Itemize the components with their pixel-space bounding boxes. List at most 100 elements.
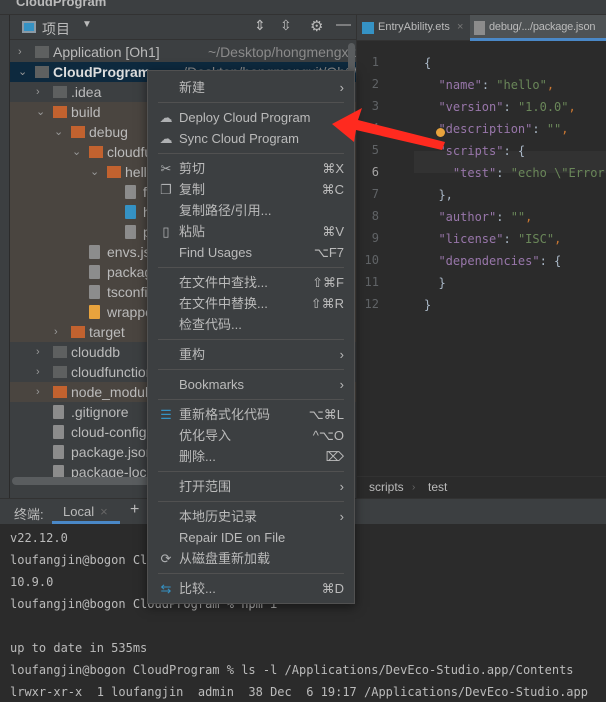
tree-item-label: CloudProgram: [53, 64, 151, 80]
menu-item[interactable]: 本地历史记录 ›: [148, 506, 354, 527]
code-token: }: [424, 298, 432, 312]
menu-item[interactable]: 在文件中替换... ⇧⌘R: [148, 293, 354, 314]
compare-icon: ⇆: [160, 581, 172, 596]
chevron-right-icon[interactable]: ›: [36, 382, 46, 402]
code-token: }: [424, 276, 446, 290]
tab-entryability[interactable]: EntryAbility.ets ×: [357, 15, 469, 41]
chevron-down-icon[interactable]: ⌄: [54, 122, 64, 142]
excluded-folder-icon: [89, 146, 103, 158]
code-token: ,: [561, 122, 569, 136]
chevron-right-icon[interactable]: ›: [18, 42, 28, 62]
chevron-right-icon[interactable]: ›: [54, 322, 64, 342]
menu-item[interactable]: ☰ 重新格式化代码 ⌥⌘L: [148, 404, 354, 425]
json-file-icon: [474, 21, 485, 35]
menu-item-shortcut: ⌥F7: [313, 245, 344, 260]
chevron-right-icon[interactable]: ›: [36, 342, 46, 362]
tab-label: EntryAbility.ets: [378, 21, 450, 33]
menu-item[interactable]: ✂ 剪切 ⌘X: [148, 158, 354, 179]
gear-icon[interactable]: ⚙: [310, 17, 323, 35]
menu-item[interactable]: 检查代码...: [148, 314, 354, 335]
submenu-arrow-icon: ›: [339, 479, 344, 494]
menu-item-label: 打开范围: [179, 479, 232, 494]
line-number: 12: [364, 297, 379, 311]
menu-item[interactable]: 删除... ⌦: [148, 446, 354, 467]
ets-file-icon: [362, 22, 374, 34]
menu-item[interactable]: ⟳ 从磁盘重新加载: [148, 548, 354, 569]
menu-item[interactable]: 新建 ›: [148, 77, 354, 98]
code-line: }: [424, 295, 431, 315]
project-view-icon: [22, 21, 36, 33]
project-view-title[interactable]: 项目: [42, 19, 70, 39]
menu-separator: [158, 501, 344, 502]
menu-item-label: 复制: [179, 182, 206, 197]
menu-item[interactable]: 复制路径/引用...: [148, 200, 354, 221]
tree-item-label: debug: [89, 124, 128, 140]
menu-item[interactable]: 在文件中查找... ⇧⌘F: [148, 272, 354, 293]
menu-item[interactable]: Bookmarks ›: [148, 374, 354, 395]
code-token: ,: [546, 78, 555, 92]
menu-item[interactable]: ▯ 粘贴 ⌘V: [148, 221, 354, 242]
tool-window-strip: [0, 15, 10, 498]
line-number: 1: [371, 55, 379, 69]
breadcrumb-separator-icon: ›: [412, 482, 416, 493]
menu-item[interactable]: Repair IDE on File: [148, 527, 354, 548]
code-token: "description": [438, 122, 533, 136]
reload-icon: ⟳: [160, 551, 172, 566]
chevron-down-icon[interactable]: ⌄: [36, 102, 46, 122]
code-token: :: [503, 232, 518, 246]
menu-item-shortcut: ⌘V: [322, 224, 344, 239]
line-number: 9: [371, 231, 379, 245]
terminal-tab-local[interactable]: Local ×: [52, 499, 120, 524]
menu-item-label: 本地历史记录: [179, 509, 258, 524]
chevron-down-icon[interactable]: ▼: [82, 19, 92, 30]
menu-item[interactable]: Find Usages ⌥F7: [148, 242, 354, 263]
tab-package-json[interactable]: debug/.../package.json: [470, 15, 606, 41]
expand-all-icon[interactable]: ⇕: [254, 17, 266, 34]
menu-item-shortcut: ⇧⌘R: [310, 296, 344, 311]
close-icon[interactable]: ×: [100, 504, 108, 519]
json-file-icon: [53, 445, 64, 459]
code-token: "author": [438, 210, 497, 224]
menu-item-label: Repair IDE on File: [179, 530, 286, 545]
code-token: "hello": [496, 78, 547, 92]
code-token: ,: [525, 210, 533, 224]
terminal-line: up to date in 535ms: [10, 641, 148, 655]
menu-item[interactable]: 重构 ›: [148, 344, 354, 365]
submenu-arrow-icon: ›: [339, 80, 344, 95]
chevron-right-icon[interactable]: ›: [36, 362, 46, 382]
close-icon[interactable]: ×: [457, 15, 463, 39]
minimize-icon[interactable]: —: [336, 16, 351, 33]
menu-item[interactable]: ⇆ 比较... ⌘D: [148, 578, 354, 599]
code-token: {: [424, 56, 432, 70]
code-token: : {: [503, 144, 526, 158]
menu-item-label: Sync Cloud Program: [179, 131, 299, 146]
collapse-all-icon[interactable]: ⇳: [280, 17, 292, 34]
reformat-icon: ☰: [160, 407, 172, 422]
folder-icon: [53, 86, 67, 98]
menu-item-label: 粘贴: [179, 224, 206, 239]
tree-item-label: target: [89, 324, 125, 340]
menu-item[interactable]: 打开范围 ›: [148, 476, 354, 497]
code-token: "name": [438, 78, 482, 92]
tree-item-label: envs.js: [107, 244, 151, 260]
new-terminal-plus-icon[interactable]: +: [130, 501, 139, 519]
chevron-right-icon[interactable]: ›: [36, 82, 46, 102]
menu-item-label: 新建: [179, 80, 206, 95]
menu-item[interactable]: ❐ 复制 ⌘C: [148, 179, 354, 200]
breadcrumb-item[interactable]: scripts: [369, 477, 404, 498]
breadcrumb-item[interactable]: test: [428, 477, 447, 498]
menu-separator: [158, 153, 344, 154]
menu-item-label: 重新格式化代码: [179, 407, 271, 422]
json-file-icon: [89, 245, 100, 259]
chevron-down-icon[interactable]: ⌄: [18, 62, 28, 82]
chevron-down-icon[interactable]: ⌄: [90, 162, 100, 182]
chevron-down-icon[interactable]: ⌄: [72, 142, 82, 162]
tree-item-label: build: [71, 104, 101, 120]
tree-item[interactable]: › Application [Oh1] ~/Desktop/hongmengxit/…: [10, 42, 356, 62]
excluded-folder-icon: [71, 126, 85, 138]
code-token: "": [510, 210, 526, 224]
arrow-shape: [332, 108, 445, 150]
editor-tabs: EntryAbility.ets × debug/.../package.jso…: [357, 15, 606, 41]
menu-item[interactable]: 优化导入 ^⌥O: [148, 425, 354, 446]
code-token: "dependencies": [438, 254, 540, 268]
